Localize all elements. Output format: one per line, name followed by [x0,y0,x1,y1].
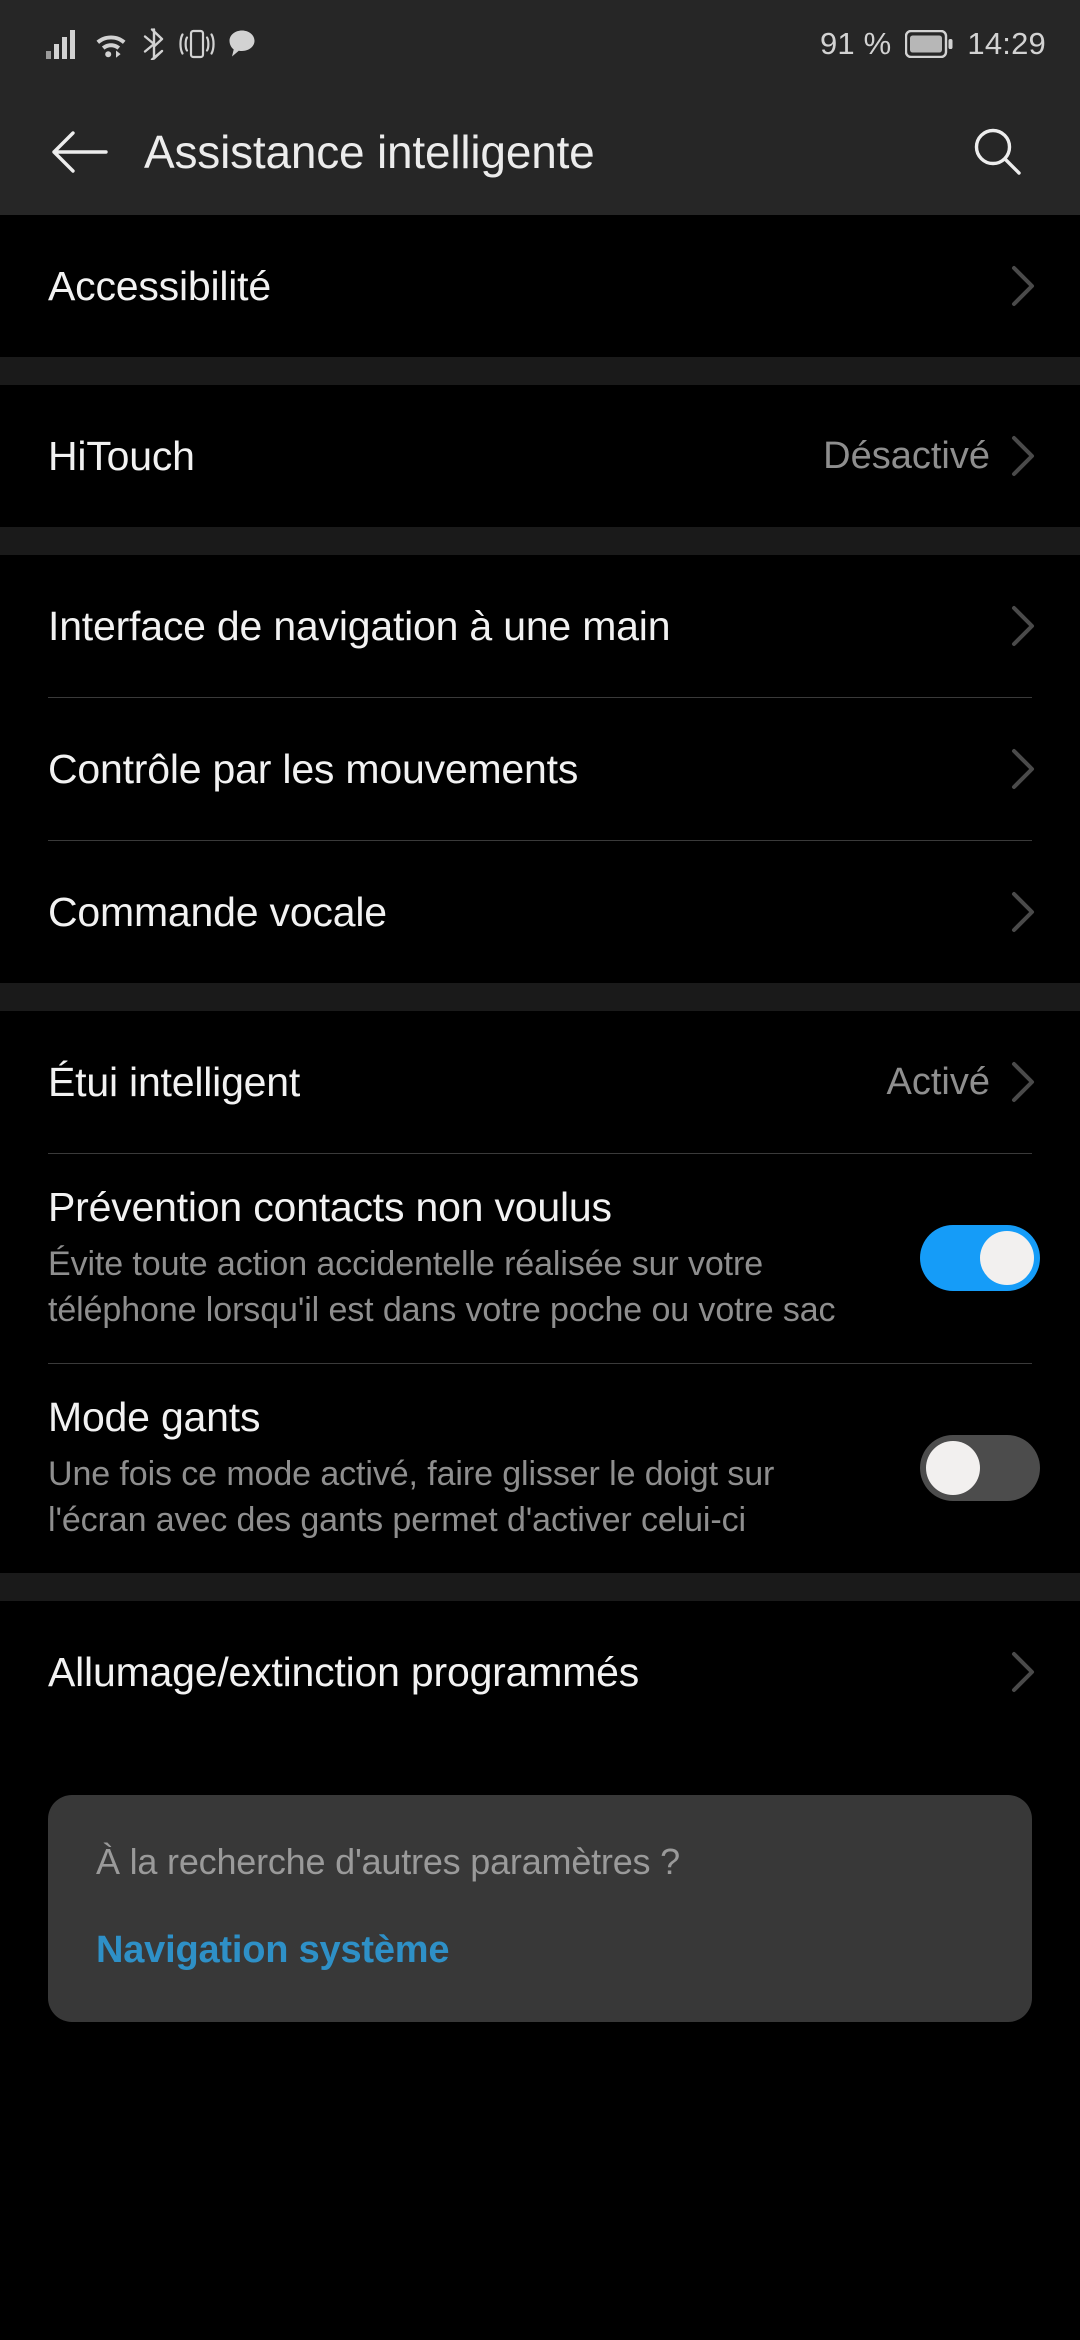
row-title: Étui intelligent [48,1058,301,1105]
row-accessibilite[interactable]: Accessibilité [0,215,1080,357]
app-header: Assistance intelligente [0,88,1080,215]
row-title: Prévention contacts non voulus [48,1184,612,1230]
chevron-right-icon [1006,604,1040,648]
row-title: Accessibilité [48,262,271,309]
chevron-right-icon [1006,1060,1040,1104]
page-title: Assistance intelligente [144,125,595,178]
row-value-label: Activé [886,1060,990,1103]
settings-list: Accessibilité HiTouch Désactivé Interfac… [0,215,1080,2340]
back-arrow-icon [52,130,108,173]
suggestion-card-wrapper: À la recherche d'autres paramètres ? Nav… [0,1743,1080,2023]
row-text-block: HiTouch [48,431,823,481]
phone-screen: 91 % 14:29 Assistance intelligente Acces… [0,0,1080,2340]
toggle-knob [926,1440,980,1495]
row-prevention-contacts-non-voulus[interactable]: Prévention contacts non voulus Évite tou… [0,1154,1080,1364]
row-interface-navigation-une-main[interactable]: Interface de navigation à une main [0,555,1080,697]
row-subtitle: Évite toute action accidentelle réalisée… [48,1245,836,1329]
row-title: HiTouch [48,432,195,479]
row-text-block: Commande vocale [48,887,1006,937]
battery-icon [905,30,953,58]
row-text-block: Accessibilité [48,261,1006,311]
suggestion-card: À la recherche d'autres paramètres ? Nav… [48,1795,1032,2023]
search-icon [974,128,1021,175]
section-gap [0,983,1080,1011]
row-title: Allumage/extinction programmés [48,1649,640,1696]
row-text-block: Étui intelligent [48,1057,887,1107]
back-button[interactable] [38,110,122,194]
row-mode-gants[interactable]: Mode gants Une fois ce mode activé, fair… [0,1364,1080,1574]
row-title: Commande vocale [48,888,387,935]
row-text-block: Mode gants Une fois ce mode activé, fair… [48,1392,906,1543]
settings-group-1: Accessibilité [0,215,1080,357]
chevron-right-icon [1006,747,1040,791]
section-gap [0,1573,1080,1602]
section-gap [0,527,1080,555]
chevron-right-icon [1006,264,1040,308]
row-text-block: Allumage/extinction programmés [48,1647,1006,1697]
bluetooth-icon [143,28,164,60]
row-etui-intelligent[interactable]: Étui intelligent Activé [0,1011,1080,1153]
battery-percent-label: 91 % [819,26,892,61]
toggle-prevention-contacts[interactable] [920,1224,1040,1291]
chevron-right-icon [1006,1650,1040,1694]
row-subtitle: Une fois ce mode activé, faire glisser l… [48,1455,775,1539]
toggle-mode-gants[interactable] [920,1434,1040,1501]
row-text-block: Contrôle par les mouvements [48,744,1006,794]
settings-group-5: Allumage/extinction programmés [0,1601,1080,1744]
signal-bars-icon [46,30,75,59]
status-bar: 91 % 14:29 [0,0,1080,88]
row-text-block: Prévention contacts non voulus Évite tou… [48,1182,906,1333]
vibrate-icon [179,29,215,59]
section-gap [0,357,1080,385]
status-bar-right: 91 % 14:29 [820,26,1046,62]
row-title: Interface de navigation à une main [48,602,671,649]
row-value-label: Désactivé [823,434,990,477]
row-allumage-extinction-programmes[interactable]: Allumage/extinction programmés [0,1601,1080,1744]
row-commande-vocale[interactable]: Commande vocale [0,841,1080,983]
message-bubble-icon [229,30,255,57]
chevron-right-icon [1006,890,1040,934]
settings-group-3: Interface de navigation à une main Contr… [0,555,1080,983]
row-hitouch[interactable]: HiTouch Désactivé [0,385,1080,527]
suggestion-question: À la recherche d'autres paramètres ? [96,1841,680,1883]
row-title: Mode gants [48,1394,261,1441]
wifi-icon [96,35,126,58]
clock-label: 14:29 [967,26,1046,61]
chevron-right-icon [1006,434,1040,478]
suggestion-link-navigation-systeme[interactable]: Navigation système [96,1929,450,1972]
row-controle-par-les-mouvements[interactable]: Contrôle par les mouvements [0,698,1080,840]
settings-group-4: Étui intelligent Activé Prévention conta… [0,1011,1080,1574]
search-button[interactable] [956,110,1040,194]
status-bar-left-icons [46,28,256,60]
toggle-knob [980,1230,1034,1285]
settings-group-2: HiTouch Désactivé [0,385,1080,527]
row-title: Contrôle par les mouvements [48,745,579,792]
row-text-block: Interface de navigation à une main [48,601,1006,651]
